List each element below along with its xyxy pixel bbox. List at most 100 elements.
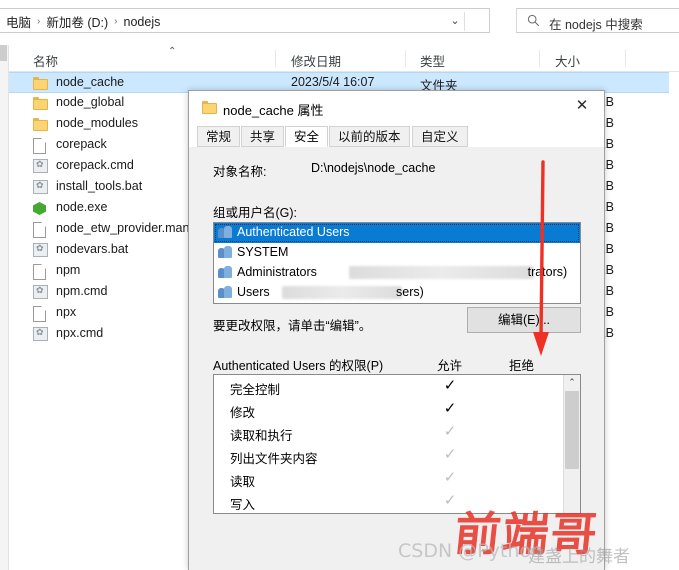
permissions-label: Authenticated Users 的权限(P) [213, 359, 384, 373]
permission-row[interactable]: 列出文件夹内容 ✓ [214, 444, 580, 467]
allow-checkmark-icon[interactable]: ✓ [442, 492, 458, 509]
script-icon [33, 243, 49, 258]
file-name: npx.cmd [56, 326, 104, 340]
edit-hint-text: 要更改权限，请单击“编辑”。 [213, 319, 372, 333]
group-name: Authenticated Users [237, 225, 350, 239]
tab-3[interactable]: 以前的版本 [329, 126, 410, 147]
permission-row[interactable]: 修改 ✓ [214, 398, 580, 421]
dialog-body: 对象名称: D:\nodejs\node_cache 组或用户名(G): Aut… [189, 147, 604, 570]
sort-ascending-icon: ⌃ [168, 46, 177, 57]
explorer-navigation-bar: 电脑 › 新加卷 (D:) › nodejs ⌄ ↻ 在 nodejs 中搜索 [0, 0, 679, 40]
permissions-list[interactable]: 完全控制 ✓ 修改 ✓ 读取和执行 ✓ 列出文件夹内容 ✓ 读取 ✓ 写入 ✓ ⌃ [213, 374, 581, 514]
folder-icon [33, 117, 49, 132]
chevron-down-icon[interactable]: ⌄ [447, 14, 463, 28]
file-name: npm [56, 263, 81, 277]
document-icon [33, 138, 49, 154]
scrollbar-thumb[interactable] [0, 45, 7, 61]
group-list-item[interactable]: Authenticated Users [214, 223, 580, 243]
address-bar[interactable]: 电脑 › 新加卷 (D:) › nodejs ⌄ [0, 8, 490, 33]
edit-button[interactable]: 编辑(E)... [467, 307, 581, 333]
breadcrumb-item-2[interactable]: nodejs [119, 14, 166, 30]
tab-0[interactable]: 常规 [197, 126, 241, 147]
file-name: node_cache [56, 75, 125, 89]
script-icon [33, 159, 49, 174]
file-name: corepack.cmd [56, 158, 134, 172]
column-header-type[interactable]: 类型 [420, 51, 445, 70]
column-header-name[interactable]: 名称 [33, 51, 58, 70]
file-date: 2023/5/4 16:07 [291, 75, 375, 89]
permission-row[interactable]: 读取和执行 ✓ [214, 421, 580, 444]
permission-row[interactable]: 读取 ✓ [214, 467, 580, 490]
search-box[interactable]: 在 nodejs 中搜索 [516, 8, 679, 33]
column-header-row: 名称 ⌃ 修改日期 类型 大小 [0, 45, 679, 72]
scroll-up-icon[interactable]: ⌃ [564, 375, 580, 390]
redacted-text [348, 266, 534, 279]
object-name-label: 对象名称: [213, 165, 267, 179]
file-name: node.exe [56, 200, 108, 214]
permission-name: 完全控制 [230, 383, 281, 397]
script-icon [33, 327, 49, 342]
breadcrumb-item-0[interactable]: 电脑 [1, 11, 36, 32]
dialog-title: node_cache 属性 [223, 103, 324, 118]
tab-4[interactable]: 自定义 [412, 126, 468, 147]
navigation-pane-scrollbar[interactable] [0, 45, 9, 570]
group-or-user-list[interactable]: Authenticated Users SYSTEM Administrators t… [213, 222, 581, 304]
group-name: SYSTEM [237, 245, 289, 259]
file-name: corepack [56, 137, 107, 151]
breadcrumb: 电脑 › 新加卷 (D:) › nodejs [1, 11, 166, 32]
folder-icon [202, 100, 218, 114]
allow-column-label: 允许 [437, 359, 463, 373]
group-list-label: 组或用户名(G): [213, 206, 298, 220]
permission-row[interactable]: 写入 ✓ [214, 490, 580, 513]
file-name: npm.cmd [56, 284, 108, 298]
allow-checkmark-icon[interactable]: ✓ [442, 469, 458, 486]
group-name: Users [237, 285, 270, 299]
group-list-item[interactable]: SYSTEM [214, 243, 580, 263]
object-name-value: D:\nodejs\node_cache [311, 161, 436, 175]
group-suffix: sers) [396, 285, 424, 299]
file-name: node_modules [56, 116, 139, 130]
tab-2[interactable]: 安全 [285, 126, 329, 147]
divider [464, 12, 465, 31]
file-name: npx [56, 305, 77, 319]
permission-name: 读取 [230, 475, 256, 489]
group-list-item[interactable]: Administrators trators) [214, 263, 580, 283]
close-icon[interactable]: ✕ [560, 91, 604, 121]
group-list-item[interactable]: Users sers) [214, 283, 580, 303]
folder-icon [33, 96, 49, 111]
file-name: install_tools.bat [56, 179, 143, 193]
node-icon [33, 201, 49, 216]
group-name: Administrators [237, 265, 317, 279]
folder-icon [33, 76, 49, 91]
search-input[interactable]: 在 nodejs 中搜索 [549, 14, 643, 33]
allow-checkmark-icon[interactable]: ✓ [442, 423, 458, 440]
document-icon [33, 222, 49, 238]
tab-1[interactable]: 共享 [241, 126, 285, 147]
users-icon [218, 286, 233, 300]
redacted-text [282, 286, 402, 299]
deny-column-label: 拒绝 [509, 359, 535, 373]
users-icon [218, 246, 233, 260]
column-header-date[interactable]: 修改日期 [291, 51, 341, 70]
document-icon [33, 264, 49, 280]
users-icon [218, 226, 233, 240]
permission-name: 修改 [230, 406, 256, 420]
permission-name: 写入 [230, 498, 256, 512]
document-icon [33, 306, 49, 322]
script-icon [33, 285, 49, 300]
allow-checkmark-icon[interactable]: ✓ [442, 377, 458, 394]
file-name: node_etw_provider.man [56, 221, 190, 235]
dialog-tab-strip: 常规 共享 安全 以前的版本 自定义 [189, 125, 604, 148]
allow-checkmark-icon[interactable]: ✓ [442, 446, 458, 463]
permission-row[interactable]: 完全控制 ✓ [214, 375, 580, 398]
users-icon [218, 266, 233, 280]
group-suffix: trators) [527, 265, 568, 279]
search-icon [527, 14, 540, 27]
script-icon [33, 180, 49, 195]
permissions-scrollbar[interactable]: ⌃ [563, 375, 580, 513]
breadcrumb-item-1[interactable]: 新加卷 (D:) [41, 11, 113, 32]
allow-checkmark-icon[interactable]: ✓ [442, 400, 458, 417]
file-name: node_global [56, 95, 125, 109]
scrollbar-thumb[interactable] [565, 391, 579, 469]
column-header-size[interactable]: 大小 [555, 51, 580, 70]
